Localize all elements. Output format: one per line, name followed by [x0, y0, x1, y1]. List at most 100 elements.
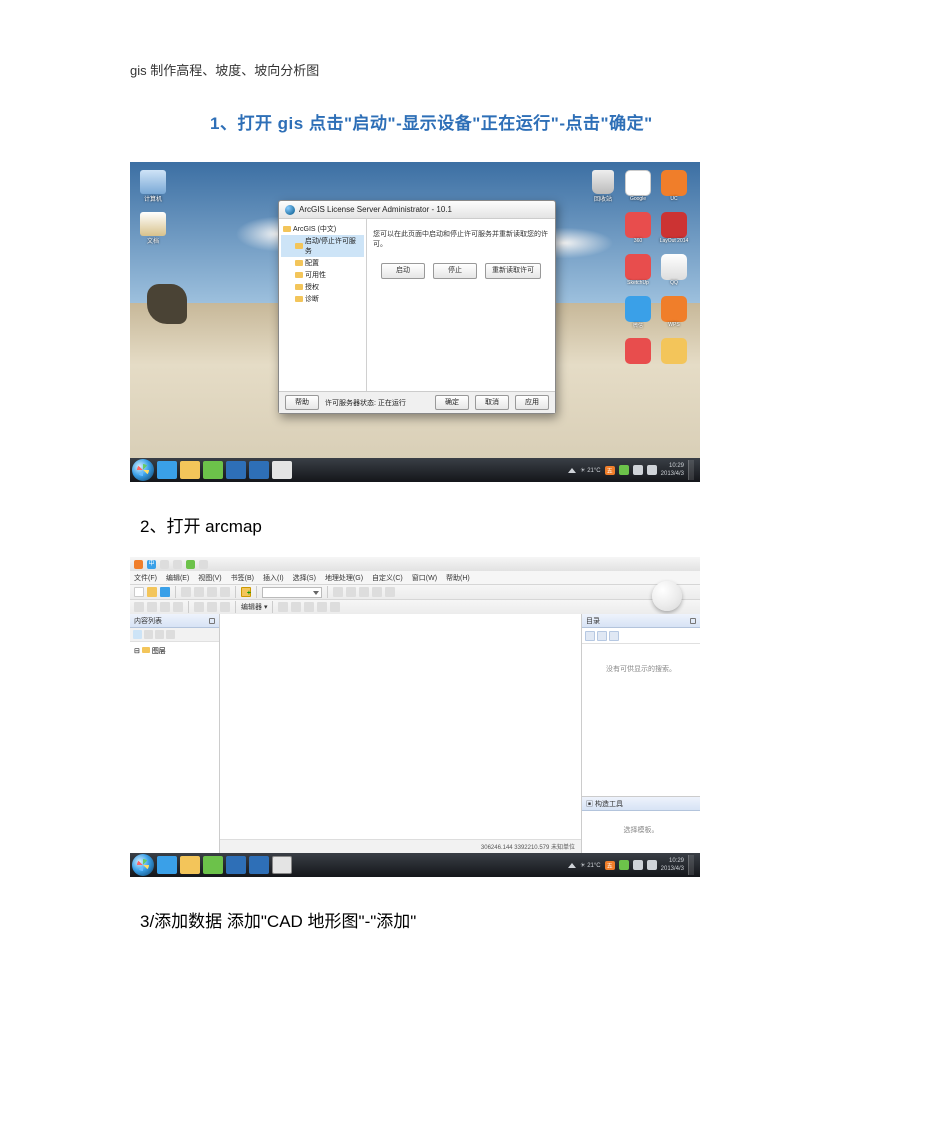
- tool-icon[interactable]: [278, 602, 288, 612]
- menu-insert[interactable]: 插入(I): [263, 573, 284, 583]
- ime-zh-icon[interactable]: 中: [147, 560, 156, 569]
- save-icon[interactable]: [160, 587, 170, 597]
- copy-icon[interactable]: [207, 587, 217, 597]
- start-button[interactable]: 启动: [381, 263, 425, 279]
- zoom-out-icon[interactable]: [147, 602, 157, 612]
- search-icon[interactable]: [359, 587, 369, 597]
- ime-menu-icon[interactable]: [199, 560, 208, 569]
- stop-button[interactable]: 停止: [433, 263, 477, 279]
- menu-view[interactable]: 视图(V): [198, 573, 221, 583]
- floating-widget[interactable]: [652, 581, 682, 611]
- menu-customize[interactable]: 自定义(C): [372, 573, 403, 583]
- ok-button[interactable]: 确定: [435, 395, 469, 410]
- pin-icon[interactable]: [209, 618, 215, 624]
- ime-indicator[interactable]: 五: [605, 861, 615, 870]
- list-by-selection-icon[interactable]: [166, 630, 175, 639]
- new-icon[interactable]: [134, 587, 144, 597]
- tool-icon[interactable]: [317, 602, 327, 612]
- measure-icon[interactable]: [220, 602, 230, 612]
- toolbox-icon[interactable]: [372, 587, 382, 597]
- print-icon[interactable]: [181, 587, 191, 597]
- taskbar-explorer-icon[interactable]: [180, 461, 200, 479]
- menu-bookmark[interactable]: 书签(B): [231, 573, 254, 583]
- tray-icon[interactable]: [619, 860, 629, 870]
- show-desktop-button[interactable]: [688, 855, 694, 875]
- tray-volume-icon[interactable]: [633, 465, 643, 475]
- python-icon[interactable]: [385, 587, 395, 597]
- tree-item[interactable]: 可用性: [281, 269, 364, 281]
- start-button[interactable]: [132, 459, 154, 481]
- tray-network-icon[interactable]: [647, 860, 657, 870]
- start-button[interactable]: [132, 854, 154, 876]
- tree-item[interactable]: 诊断: [281, 293, 364, 305]
- scale-dropdown[interactable]: [262, 587, 322, 598]
- tree-root[interactable]: ArcGIS (中文): [281, 223, 364, 235]
- desktop-icon[interactable]: 文档: [138, 212, 168, 248]
- desktop-icon[interactable]: 计算机: [138, 170, 168, 206]
- taskbar-clock[interactable]: 10:29 2013/4/3: [661, 857, 684, 873]
- cancel-button[interactable]: 取消: [475, 395, 509, 410]
- menu-file[interactable]: 文件(F): [134, 573, 157, 583]
- desktop-icon[interactable]: QQ: [658, 254, 690, 292]
- tree-item[interactable]: 配置: [281, 257, 364, 269]
- desktop-icon[interactable]: 微信: [622, 296, 654, 334]
- taskbar-word-icon[interactable]: [249, 856, 269, 874]
- ime-punct-icon[interactable]: [160, 560, 169, 569]
- help-button[interactable]: 帮助: [285, 395, 319, 410]
- zoom-in-icon[interactable]: [134, 602, 144, 612]
- select-icon[interactable]: [194, 602, 204, 612]
- dialog-titlebar[interactable]: ArcGIS License Server Administrator - 10…: [279, 201, 555, 219]
- tree-item[interactable]: 授权: [281, 281, 364, 293]
- taskbar-ie-icon[interactable]: [157, 856, 177, 874]
- menu-select[interactable]: 选择(S): [293, 573, 316, 583]
- taskbar-app-icon[interactable]: [203, 856, 223, 874]
- search-icon[interactable]: [585, 631, 595, 641]
- desktop-icon[interactable]: [658, 338, 690, 376]
- clear-icon[interactable]: [609, 631, 619, 641]
- desktop-icon[interactable]: 360: [622, 212, 654, 250]
- tray-volume-icon[interactable]: [633, 860, 643, 870]
- identify-icon[interactable]: [207, 602, 217, 612]
- desktop-icon[interactable]: LayOut 2014: [658, 212, 690, 250]
- desktop-icon[interactable]: UC: [658, 170, 690, 208]
- desktop-icon[interactable]: Google: [622, 170, 654, 208]
- menu-edit[interactable]: 编辑(E): [166, 573, 189, 583]
- menu-window[interactable]: 窗口(W): [412, 573, 437, 583]
- sogou-icon[interactable]: [134, 560, 143, 569]
- taskbar-explorer-icon[interactable]: [180, 856, 200, 874]
- ime-skin-icon[interactable]: [186, 560, 195, 569]
- apply-button[interactable]: 应用: [515, 395, 549, 410]
- full-extent-icon[interactable]: [173, 602, 183, 612]
- toc-root[interactable]: ⊟ 图层: [134, 646, 215, 656]
- taskbar-app-icon[interactable]: [272, 461, 292, 479]
- show-desktop-button[interactable]: [688, 460, 694, 480]
- reread-button[interactable]: 重新读取许可: [485, 263, 541, 279]
- pan-icon[interactable]: [160, 602, 170, 612]
- menu-geoprocessing[interactable]: 地理处理(G): [325, 573, 363, 583]
- taskbar-word-icon[interactable]: [249, 461, 269, 479]
- catalog-header[interactable]: 目录: [582, 614, 700, 628]
- ime-keyboard-icon[interactable]: [173, 560, 182, 569]
- editor-icon[interactable]: [333, 587, 343, 597]
- pin-icon[interactable]: [690, 618, 696, 624]
- tray-network-icon[interactable]: [647, 465, 657, 475]
- desktop-icon[interactable]: SketchUp: [622, 254, 654, 292]
- tool-icon[interactable]: [291, 602, 301, 612]
- list-by-visibility-icon[interactable]: [155, 630, 164, 639]
- construction-header[interactable]: ▣ 构造工具: [582, 797, 700, 811]
- tool-icon[interactable]: [330, 602, 340, 612]
- desktop-icon[interactable]: WPS: [658, 296, 690, 334]
- tree-item[interactable]: 启动/停止许可服务: [281, 235, 364, 257]
- tray-overflow-icon[interactable]: [568, 468, 576, 473]
- list-by-source-icon[interactable]: [144, 630, 153, 639]
- tray-icon[interactable]: [619, 465, 629, 475]
- taskbar-ie-icon[interactable]: [157, 461, 177, 479]
- catalog-icon[interactable]: [346, 587, 356, 597]
- tray-overflow-icon[interactable]: [568, 863, 576, 868]
- taskbar-app-icon[interactable]: [226, 461, 246, 479]
- filter-icon[interactable]: [597, 631, 607, 641]
- taskbar-clock[interactable]: 10:29 2013/4/3: [661, 462, 684, 478]
- map-canvas[interactable]: 306246.144 3392210.579 未知单位: [220, 614, 582, 853]
- toc-header[interactable]: 内容列表: [130, 614, 219, 628]
- taskbar-app-icon[interactable]: [203, 461, 223, 479]
